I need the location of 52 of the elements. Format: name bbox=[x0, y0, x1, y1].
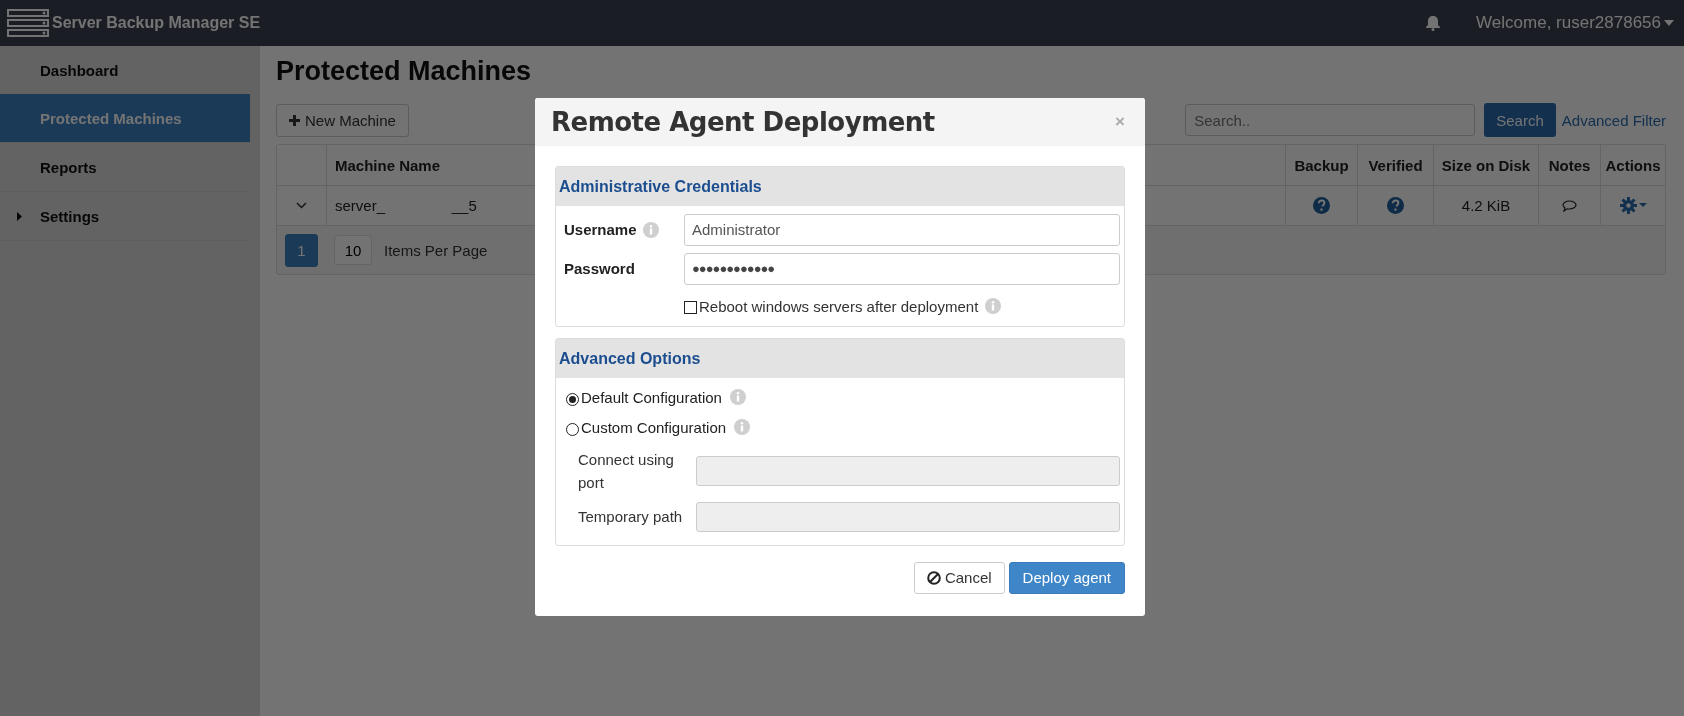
page-button[interactable]: 1 bbox=[285, 233, 318, 267]
radio-button[interactable] bbox=[566, 392, 579, 406]
caret-down-icon bbox=[1664, 20, 1674, 26]
app-name: Server Backup Manager SE bbox=[52, 14, 261, 32]
machine-name: server_ __5 bbox=[335, 197, 477, 214]
speech-bubble-icon[interactable] bbox=[1562, 199, 1577, 212]
radio-label: Custom Configuration bbox=[581, 418, 727, 436]
panel-heading: Advanced Options bbox=[559, 349, 701, 368]
ban-icon bbox=[926, 570, 941, 585]
radio-button[interactable] bbox=[566, 422, 579, 436]
items-per-page-label: Items Per Page bbox=[384, 241, 488, 259]
server-rack-icon bbox=[7, 9, 49, 37]
column-header: Notes bbox=[1548, 156, 1591, 174]
column-header: Size on Disk bbox=[1441, 156, 1531, 174]
page-title: Protected Machines bbox=[276, 56, 533, 87]
checkbox[interactable] bbox=[684, 301, 697, 314]
column-header: Backup bbox=[1294, 156, 1349, 174]
close-button[interactable]: × bbox=[1111, 112, 1129, 132]
bell-icon[interactable] bbox=[1426, 15, 1441, 31]
username-field[interactable]: Administrator bbox=[684, 213, 1120, 246]
field-label: Password bbox=[564, 260, 635, 277]
new-machine-button[interactable]: New Machine bbox=[276, 103, 409, 137]
size-on-disk: 4.2 KiB bbox=[1461, 197, 1511, 214]
sidebar-item[interactable]: Reports bbox=[0, 143, 250, 192]
password-field[interactable]: ●●●●●●●●●●●● bbox=[684, 252, 1120, 285]
field-label: Temporary path bbox=[577, 506, 684, 527]
column-header: Machine Name bbox=[335, 156, 441, 174]
chevron-down-icon[interactable] bbox=[296, 202, 307, 209]
dialog-title: Remote Agent Deployment bbox=[551, 107, 935, 137]
checkbox-label: Reboot windows servers after deployment bbox=[699, 297, 979, 315]
deploy-button[interactable]: Deploy agent bbox=[1008, 561, 1125, 594]
search-field[interactable]: Search.. bbox=[1185, 104, 1476, 136]
question-icon bbox=[1387, 197, 1404, 214]
field-label: Username bbox=[564, 221, 637, 238]
advanced-filter-link[interactable]: Advanced Filter bbox=[1561, 111, 1666, 129]
cancel-button[interactable]: Cancel bbox=[913, 561, 1005, 594]
items-per-page-field[interactable]: 10 bbox=[334, 235, 372, 265]
user-menu[interactable]: Welcome, ruser2878656 bbox=[1476, 13, 1674, 33]
search-button[interactable]: Search bbox=[1484, 103, 1556, 137]
info-icon bbox=[734, 419, 751, 435]
column-header: Actions bbox=[1605, 156, 1661, 174]
panel-heading: Administrative Credentials bbox=[559, 177, 762, 196]
column-header: Verified bbox=[1368, 156, 1423, 174]
info-icon bbox=[985, 298, 1002, 314]
gear-icon[interactable] bbox=[1619, 197, 1647, 214]
plus-icon bbox=[289, 114, 300, 126]
sidebar-item[interactable]: Protected Machines bbox=[0, 94, 250, 143]
radio-label: Default Configuration bbox=[581, 388, 722, 406]
field-label: Connect using port bbox=[577, 450, 675, 494]
sidebar-item[interactable]: Settings bbox=[0, 192, 250, 241]
question-icon bbox=[1313, 197, 1330, 214]
info-icon bbox=[729, 389, 746, 405]
